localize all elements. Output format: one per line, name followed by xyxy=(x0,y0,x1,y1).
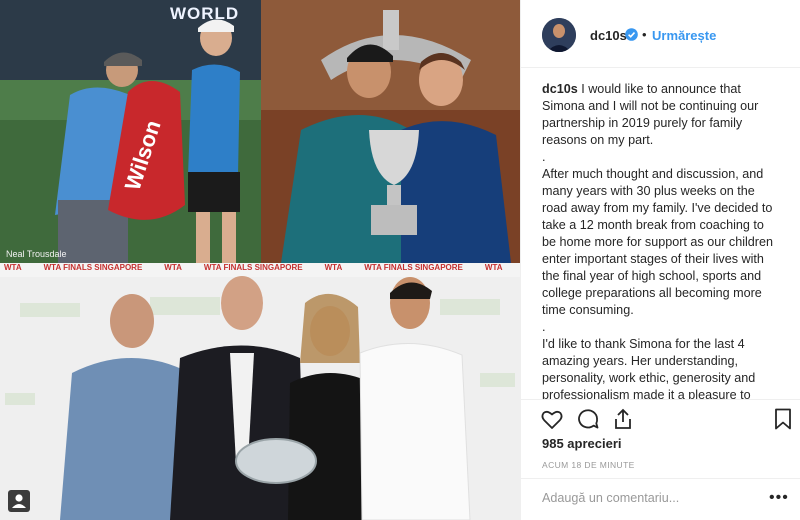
separator-dot: • xyxy=(642,27,647,42)
caption-paragraph: . xyxy=(542,150,546,164)
post-caption: dc10s I would like to announce that Simo… xyxy=(542,81,779,399)
sponsor-logo: WTA xyxy=(4,263,22,272)
comment-bar: ••• xyxy=(521,478,800,520)
post-timestamp[interactable]: ACUM 18 DE MINUTE xyxy=(542,460,635,470)
banner-text: WORLD xyxy=(170,4,240,23)
photo-credit: Neal Trousdale xyxy=(6,249,67,259)
sponsor-logo: WTA FINALS SINGAPORE xyxy=(364,263,463,272)
like-count[interactable]: 985 aprecieri xyxy=(542,436,622,451)
caption-scroll-area[interactable]: dc10s I would like to announce that Simo… xyxy=(521,69,800,399)
avatar-image xyxy=(542,18,576,52)
comment-input[interactable] xyxy=(542,491,757,505)
follow-button[interactable]: Urmărește xyxy=(652,28,716,43)
caption-paragraph: After much thought and discussion, and m… xyxy=(542,167,774,317)
user-tag-icon[interactable] xyxy=(8,490,30,512)
sponsor-logo: WTA xyxy=(324,263,343,272)
caption-paragraph: I'd like to thank Simona for the last 4 … xyxy=(542,337,756,399)
photo-wta-finals-group: WTA WTA FINALS SINGAPORE WTA WTA FINALS … xyxy=(0,263,520,520)
ellipsis-icon[interactable]: ••• xyxy=(769,489,789,507)
heart-icon[interactable] xyxy=(540,407,564,431)
comment-bubble-icon[interactable] xyxy=(576,407,600,431)
share-icon[interactable] xyxy=(611,407,635,431)
post-header: dc10s • Urmărește xyxy=(521,0,800,68)
person-icon xyxy=(12,494,26,508)
sponsor-logo: WTA xyxy=(164,263,182,272)
sponsor-logo: WTA xyxy=(484,263,503,272)
group-photo-illustration xyxy=(0,276,520,520)
sponsor-strip: WTA WTA FINALS SINGAPORE WTA WTA FINALS … xyxy=(0,263,520,277)
username-link[interactable]: dc10s xyxy=(590,28,627,43)
caption-paragraph: . xyxy=(542,320,546,334)
photo-trophy xyxy=(261,0,520,263)
caption-username[interactable]: dc10s xyxy=(542,82,578,96)
post-sidebar: dc10s • Urmărește dc10s I would like to … xyxy=(520,0,800,520)
sponsor-logo: WTA FINALS SINGAPORE xyxy=(203,263,303,272)
practice-court-illustration: Wilson xyxy=(0,0,261,263)
post-actions xyxy=(521,399,800,437)
verified-badge-icon xyxy=(625,28,638,41)
caption-paragraph: dc10s I would like to announce that Simo… xyxy=(542,82,759,147)
sponsor-logo: WTA FINALS SINGAPORE xyxy=(43,263,143,272)
photo-practice-court: Wilson WORLD Neal Trousdale xyxy=(0,0,261,263)
avatar[interactable] xyxy=(542,18,576,52)
trophy-illustration xyxy=(261,0,520,263)
post-image-collage[interactable]: Wilson WORLD Neal Trousdale WTA WTA FINA… xyxy=(0,0,520,520)
bookmark-icon[interactable] xyxy=(771,407,795,431)
